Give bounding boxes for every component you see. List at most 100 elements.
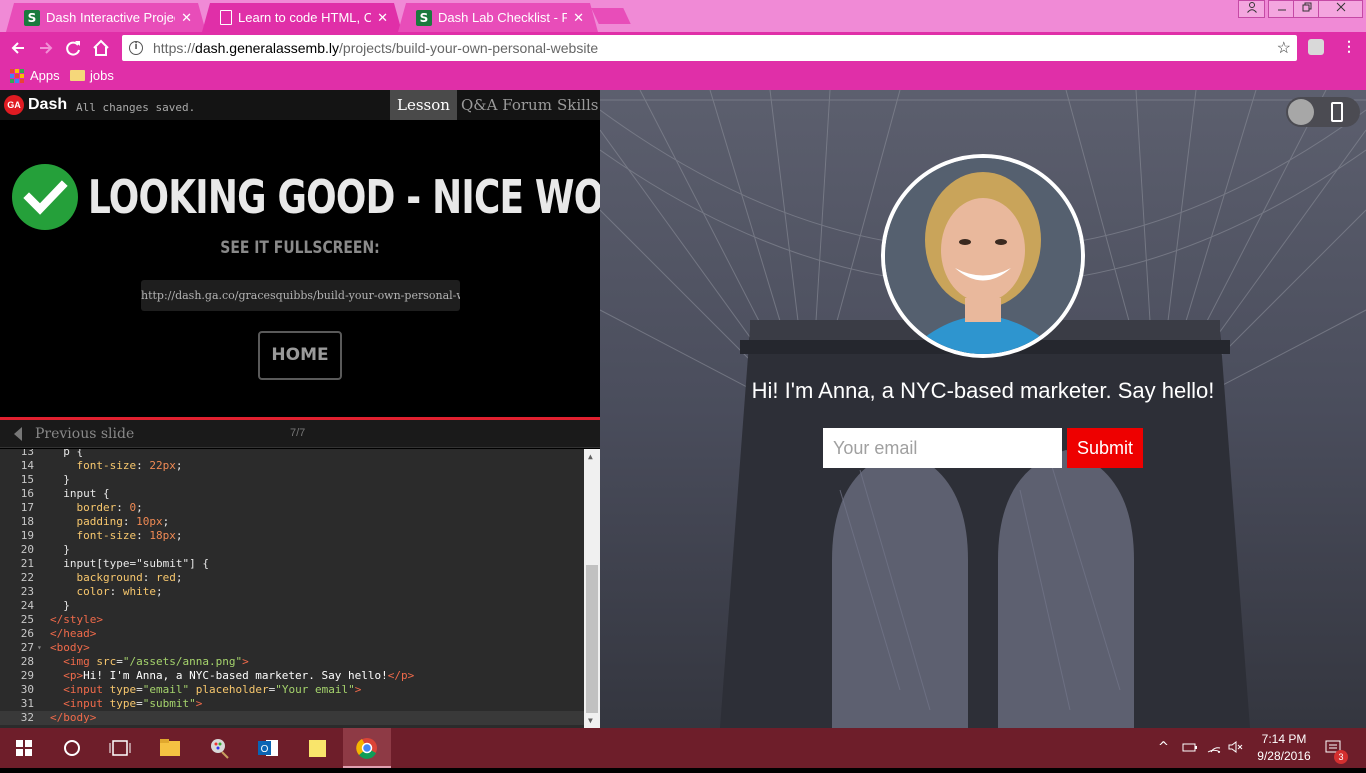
tab-learn-to-code[interactable]: Learn to code HTML, CSS ✕ [202,3,402,32]
close-window-icon[interactable] [1318,0,1363,18]
chevron-up-icon[interactable]: ^ [1158,740,1169,755]
chrome-menu-icon[interactable]: ⋮ [1342,38,1356,55]
address-bar[interactable]: i https://dash.generalassemb.ly/projects… [122,35,1297,61]
extension-icon[interactable] [1308,39,1324,55]
code-line[interactable]: 29 <p>Hi! I'm Anna, a NYC-based marketer… [0,669,584,683]
tab-lesson[interactable]: Lesson [390,90,457,120]
bookmark-star-icon[interactable]: ☆ [1277,38,1291,58]
bookmark-jobs[interactable]: jobs [70,68,114,83]
close-icon[interactable]: ✕ [377,10,388,26]
email-field[interactable] [823,428,1062,468]
forward-arrow-icon[interactable] [35,37,57,59]
code-line[interactable]: 21 input[type="submit"] { [0,557,584,571]
tab-dash-lab-checklist[interactable]: S Dash Lab Checklist - FS1 ✕ [398,3,598,32]
chevron-left-icon[interactable] [14,427,22,441]
code-text: <body> [50,641,90,654]
code-text: input[type="submit"] { [50,557,209,570]
line-number: 13 [20,449,34,458]
code-line[interactable]: 19 font-size: 18px; [0,529,584,543]
save-status: All changes saved. [76,101,196,114]
url-text[interactable]: https://dash.generalassemb.ly/projects/b… [153,40,1277,56]
task-view-icon[interactable] [96,728,144,768]
success-panel: LOOKING GOOD - NICE WORK! SEE IT FULLSCR… [0,120,674,417]
line-number: 21 [20,557,34,570]
code-line[interactable]: 14 font-size: 22px; [0,459,584,473]
scroll-down-icon[interactable]: ▼ [588,716,593,725]
code-line[interactable]: 32 </body> [0,711,584,725]
windows-start-icon[interactable] [0,728,48,768]
code-line[interactable]: 30 <input type="email" placeholder="Your… [0,683,584,697]
clock-time: 7:14 PM [1261,732,1307,746]
device-toggle[interactable] [1286,97,1360,127]
page-info-icon[interactable]: i [129,41,143,55]
restore-icon[interactable] [1293,0,1320,18]
line-number: 16 [20,487,34,500]
battery-icon[interactable] [1182,740,1198,758]
code-text: <img src="/assets/anna.png"> [63,655,249,668]
profile-icon[interactable] [1238,0,1265,18]
share-url-field[interactable]: http://dash.ga.co/gracesquibbs/build-you… [141,280,460,311]
outlook-icon[interactable]: O [244,728,292,768]
bookmark-label: Apps [30,68,60,83]
close-icon[interactable]: ✕ [181,10,192,26]
paint-app-icon[interactable] [196,728,244,768]
line-number: 23 [20,585,34,598]
dash-title[interactable]: Dash [28,96,67,114]
chrome-app-icon[interactable] [343,728,391,768]
code-editor[interactable]: 13 p {14 font-size: 22px; 15 } 16 input {1… [0,449,600,728]
dash-favicon-icon: S [24,10,40,26]
code-line[interactable]: 17 border: 0; [0,501,584,515]
fold-arrow-icon[interactable]: ▾ [37,641,42,655]
tab-dash-projects[interactable]: S Dash Interactive Projects ✕ [6,3,206,32]
code-line[interactable]: 15 } [0,473,584,487]
code-line[interactable]: 16 input { [0,487,584,501]
wifi-icon[interactable] [1206,740,1222,758]
tab-title: Dash Interactive Projects [46,10,174,25]
cortana-search-icon[interactable] [48,728,96,768]
bookmarks-bar: Apps jobs [0,64,1366,90]
code-line[interactable]: 24 } [0,599,584,613]
minimize-icon[interactable] [1268,0,1295,18]
document-icon [220,10,232,25]
line-number: 22 [20,571,34,584]
scrollbar-thumb[interactable] [586,565,598,713]
fullscreen-label: SEE IT FULLSCREEN: [220,238,380,258]
mobile-phone-icon[interactable] [1331,102,1343,122]
success-heading: LOOKING GOOD - NICE WORK! [88,170,674,224]
line-number: 28 [20,655,34,668]
code-line[interactable]: 31 <input type="submit"> [0,697,584,711]
code-line[interactable]: 20 } [0,543,584,557]
scroll-up-icon[interactable]: ▲ [588,452,593,461]
ga-logo[interactable]: GA [4,95,24,115]
home-button[interactable]: HOME [258,331,342,380]
code-line[interactable]: 18 padding: 10px; [0,515,584,529]
code-line[interactable]: 26 </head> [0,627,584,641]
tab-skills[interactable]: Skills [550,90,605,120]
home-icon[interactable] [90,37,112,59]
bookmark-apps[interactable]: Apps [10,68,60,83]
code-line[interactable]: 23 color: white; [0,585,584,599]
file-explorer-icon[interactable] [146,728,194,768]
code-line[interactable]: 27 ▾ <body> [0,641,584,655]
tab-strip: S Dash Interactive Projects ✕ Learn to c… [0,0,1366,32]
line-number: 29 [20,669,34,682]
apps-grid-icon [10,68,24,83]
new-tab-button[interactable] [591,8,631,24]
system-clock[interactable]: 7:14 PM 9/28/2016 [1252,731,1316,765]
volume-muted-icon[interactable] [1228,740,1244,758]
previous-slide-link[interactable]: Previous slide [35,426,134,442]
submit-button[interactable]: Submit [1067,428,1143,468]
code-line[interactable]: 22 background: red; [0,571,584,585]
code-line[interactable]: 13 p { [0,449,584,459]
code-line[interactable]: 28 <img src="/assets/anna.png"> [0,655,584,669]
sticky-notes-icon[interactable] [294,728,342,768]
close-icon[interactable]: ✕ [573,10,584,26]
code-line[interactable]: 25 </style> [0,613,584,627]
folder-icon [70,70,85,81]
back-arrow-icon[interactable] [7,37,29,59]
line-number: 31 [20,697,34,710]
toggle-knob[interactable] [1288,99,1314,125]
tab-qa-forum[interactable]: Q&A Forum [454,90,559,120]
reload-icon[interactable] [62,37,84,59]
site-preview: Hi! I'm Anna, a NYC-based marketer. Say … [600,90,1366,728]
